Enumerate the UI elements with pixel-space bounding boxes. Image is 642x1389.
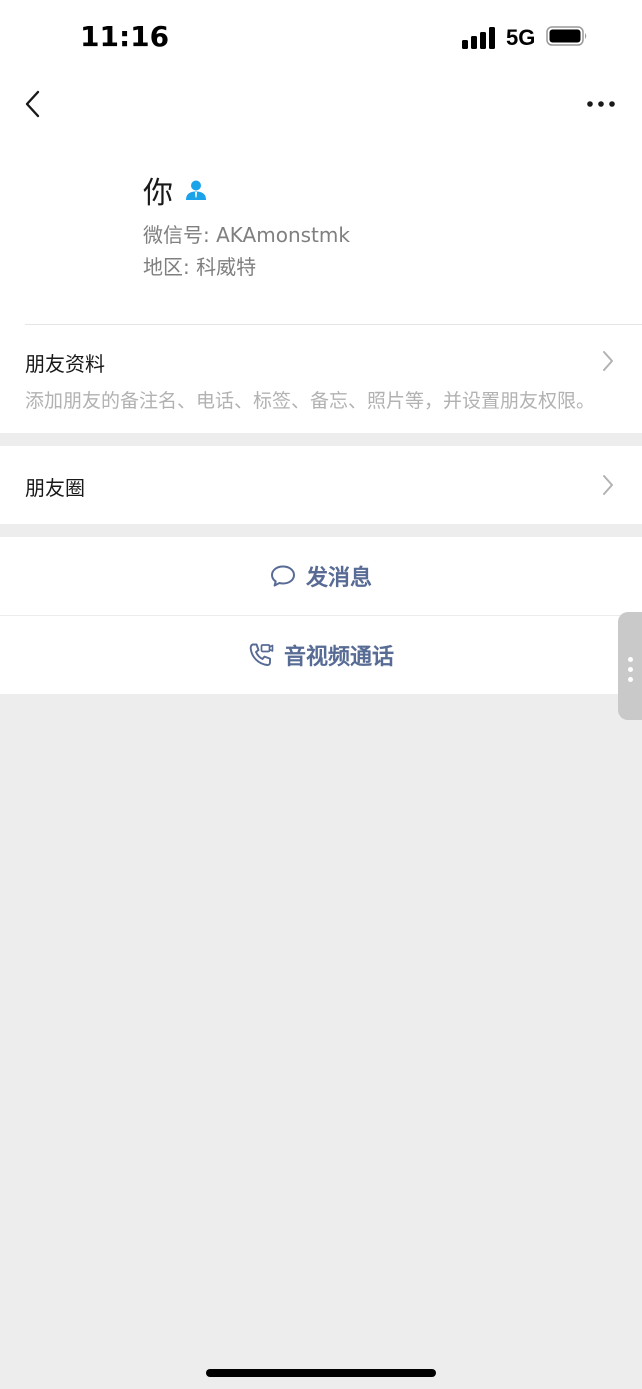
friend-info-description: 添加朋友的备注名、电话、标签、备忘、照片等，并设置朋友权限。 (25, 390, 596, 412)
send-message-label: 发消息 (305, 566, 372, 591)
phone-video-icon (249, 643, 274, 666)
friend-info-title: 朋友资料 (25, 352, 105, 376)
friend-info-row[interactable]: 朋友资料 添加朋友的备注名、电话、标签、备忘、照片等，并设置朋友权限。 (0, 325, 642, 433)
send-message-button[interactable]: 发消息 (0, 537, 642, 615)
region: 地区: 科威特 (143, 255, 257, 279)
moments-title: 朋友圈 (25, 476, 85, 500)
more-dots-icon[interactable] (585, 94, 617, 114)
voice-video-call-button[interactable]: 音视频通话 (0, 616, 642, 694)
moments-row[interactable]: 朋友圈 (0, 446, 642, 524)
person-icon (186, 180, 206, 200)
signal-strength-icon (462, 27, 496, 49)
side-drag-handle[interactable] (618, 612, 642, 720)
profile-name: 你 (143, 176, 173, 211)
battery-icon (546, 26, 587, 46)
chevron-left-icon[interactable] (20, 88, 50, 120)
status-bar: 11:16 5G (0, 0, 642, 78)
chevron-right-icon (603, 351, 613, 371)
chat-bubble-icon (270, 565, 295, 587)
status-time: 11:16 (80, 20, 170, 53)
voice-video-call-label: 音视频通话 (283, 645, 394, 670)
home-indicator[interactable] (206, 1369, 436, 1377)
chevron-right-icon (603, 475, 613, 495)
wechat-id: 微信号: AKAmonstmk (143, 223, 350, 247)
profile-name-row: 你 (143, 170, 207, 211)
network-type: 5G (506, 25, 536, 50)
